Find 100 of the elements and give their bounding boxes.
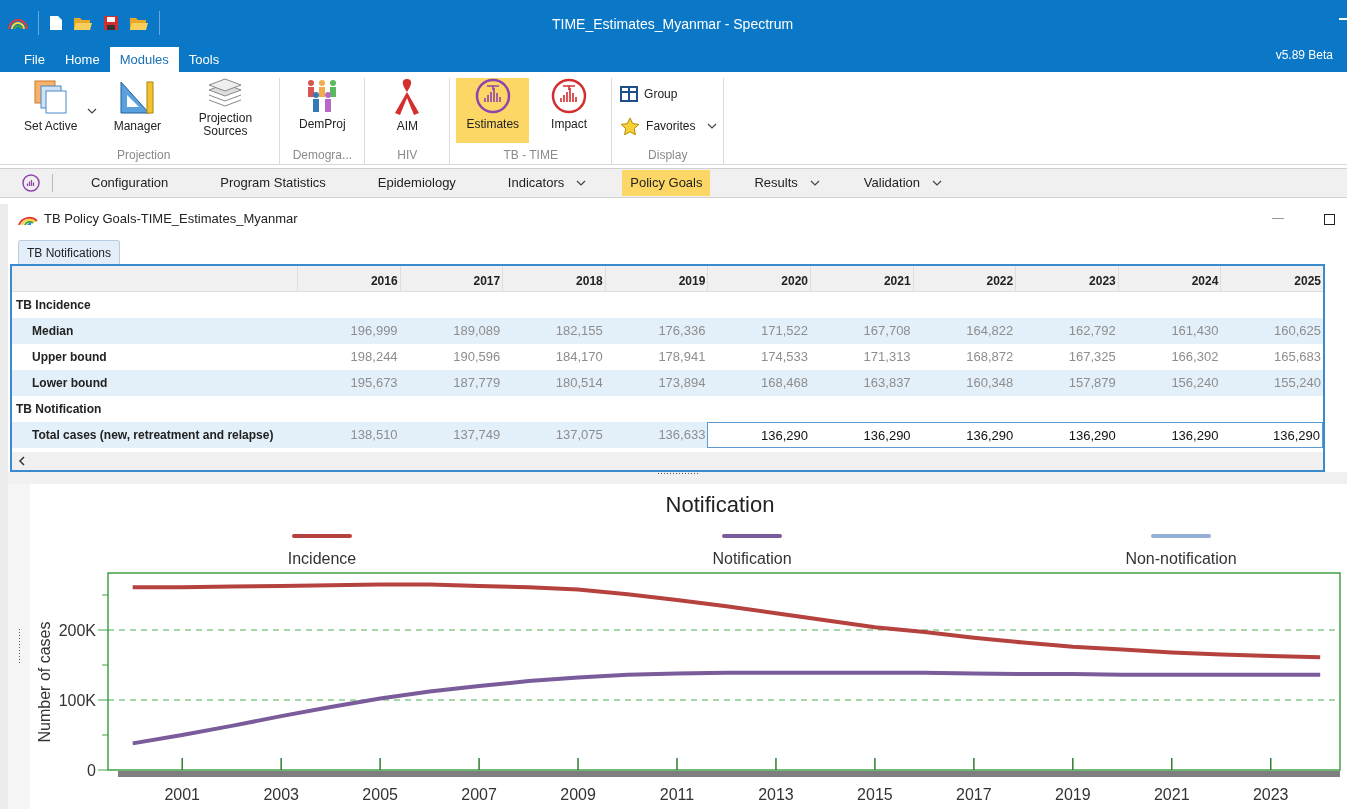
- row-label: Upper bound: [31, 349, 108, 366]
- nav-tab[interactable]: Results: [746, 170, 806, 196]
- y-tick-label: 0: [87, 762, 96, 779]
- column-header: 2021: [810, 266, 913, 291]
- column-header: 2023: [1015, 266, 1118, 291]
- bar-circle-icon[interactable]: [22, 174, 40, 192]
- scroll-left-icon[interactable]: [18, 456, 25, 466]
- caret-icon: [932, 180, 942, 186]
- nav-tab[interactable]: Indicators: [499, 170, 573, 196]
- table-cell-text: 189,089: [452, 322, 502, 340]
- table-cell[interactable]: 136,290: [1015, 422, 1118, 448]
- caret-icon: [707, 123, 718, 129]
- x-tick-label: 2005: [362, 786, 398, 803]
- table-cell-text: 162,792: [1067, 322, 1117, 340]
- triangle-ruler-icon: [118, 78, 157, 116]
- chart-title: Notification: [665, 492, 775, 517]
- ribbon-button[interactable]: Estimates: [456, 78, 530, 143]
- menu-tab[interactable]: Modules: [109, 47, 179, 72]
- document-title: TB Policy Goals-TIME_Estimates_Myanmar: [44, 210, 298, 229]
- table-cell-text: 138,510: [349, 426, 399, 444]
- nav-tab[interactable]: Validation: [855, 170, 928, 196]
- row-label: Lower bound: [31, 375, 109, 392]
- ribbon-button[interactable]: AIM: [371, 78, 444, 143]
- minimize-icon[interactable]: [1272, 218, 1284, 220]
- table-cell[interactable]: 136,290: [810, 422, 913, 448]
- splitter-grip-icon[interactable]: [657, 472, 698, 475]
- row-label: Median: [31, 323, 75, 340]
- nav-tab[interactable]: Configuration: [83, 170, 177, 196]
- nav-tab[interactable]: Epidemiology: [369, 170, 464, 196]
- table-cell-text: 157,879: [1067, 374, 1117, 392]
- column-header: 2024: [1117, 266, 1221, 291]
- column-header: 2022: [912, 266, 1016, 291]
- table-cell-text: 160,348: [965, 374, 1015, 392]
- table-cell-text: 167,325: [1067, 348, 1117, 366]
- splitter-grip-icon[interactable]: [17, 628, 21, 665]
- x-tick-label: 2021: [1154, 786, 1190, 803]
- table-cell-text: 136,633: [657, 426, 707, 444]
- table-cell-text: 164,822: [965, 322, 1015, 340]
- window-title: TIME_Estimates_Myanmar - Spectrum: [552, 15, 794, 34]
- ribbon-button[interactable]: Projection Sources: [177, 78, 274, 143]
- table-cell-text: 168,872: [965, 348, 1015, 366]
- column-header: 2025: [1220, 266, 1323, 291]
- table-cell-text: 190,596: [452, 348, 502, 366]
- nav-tab[interactable]: Program Statistics: [212, 170, 334, 196]
- table-cell-text: 167,708: [862, 322, 912, 340]
- table-cell-text: 174,533: [760, 348, 809, 366]
- ribbon-button[interactable]: Favorites: [618, 114, 698, 138]
- table-cell-text: 198,244: [349, 348, 399, 366]
- table-cell-text: 155,240: [1273, 374, 1322, 392]
- caret-icon: [809, 180, 820, 186]
- group-header: TB Incidence: [15, 297, 92, 314]
- table-cell-text: 156,240: [1170, 374, 1220, 392]
- stacked-windows-icon: [31, 78, 70, 116]
- y-tick-label: 200K: [58, 622, 96, 639]
- save-icon[interactable]: [103, 14, 119, 31]
- table-cell-text: 196,999: [349, 322, 399, 340]
- table-cell-text: 187,779: [452, 374, 502, 392]
- star-icon: [620, 116, 641, 136]
- new-document-icon[interactable]: [49, 14, 63, 31]
- table-cell-text: 137,075: [554, 426, 604, 444]
- menu-tab[interactable]: Home: [54, 47, 110, 72]
- x-tick-label: 2023: [1252, 786, 1289, 803]
- x-tick-label: 2013: [758, 786, 794, 803]
- table-cell-text: 168,468: [760, 374, 809, 392]
- column-header: 2017: [399, 266, 503, 291]
- table-cell[interactable]: 136,290: [707, 422, 810, 448]
- x-tick-label: 2003: [263, 786, 299, 803]
- column-header: 2016: [297, 266, 400, 291]
- table-cell-text: 182,155: [554, 322, 604, 340]
- table-cell[interactable]: 136,290: [1220, 422, 1323, 448]
- column-header: 2020: [707, 266, 810, 291]
- table-cell-text: 171,313: [862, 348, 912, 366]
- ribbon-button[interactable]: Manager: [101, 78, 174, 143]
- maximize-icon[interactable]: [1324, 213, 1335, 225]
- y-tick-label: 100K: [58, 692, 96, 709]
- nav-tab[interactable]: Policy Goals: [622, 170, 711, 196]
- table-cell-text: 165,683: [1273, 348, 1322, 366]
- y-axis-title: Number of cases: [36, 621, 53, 743]
- x-tick-label: 2011: [659, 786, 695, 803]
- column-header: 2019: [604, 266, 708, 291]
- group-header: TB Notification: [15, 401, 103, 418]
- table-cell-text: 166,302: [1170, 348, 1220, 366]
- x-tick-label: 2007: [461, 786, 497, 803]
- document-tab[interactable]: TB Notifications: [18, 240, 121, 264]
- ribbon-button[interactable]: Impact: [533, 78, 606, 143]
- table-cell-text: 180,514: [554, 374, 604, 392]
- ribbon-button[interactable]: Set Active: [14, 78, 88, 143]
- ribbon-button[interactable]: Group: [618, 82, 680, 106]
- x-tick-label: 2009: [560, 786, 596, 803]
- ribbon-button[interactable]: DemProj: [286, 78, 359, 143]
- x-tick-label: 2019: [1055, 786, 1091, 803]
- table-cell[interactable]: 136,290: [1117, 422, 1221, 448]
- ribbon-group-label: Projection: [117, 147, 171, 164]
- table-cell-text: 163,837: [862, 374, 912, 392]
- ribbon-group-label: HIV: [397, 147, 418, 164]
- table-cell[interactable]: 136,290: [912, 422, 1016, 448]
- table-cell-text: 195,673: [349, 374, 399, 392]
- menu-tab[interactable]: File: [14, 47, 55, 72]
- x-tick-label: 2001: [164, 786, 200, 803]
- menu-tab[interactable]: Tools: [178, 47, 230, 72]
